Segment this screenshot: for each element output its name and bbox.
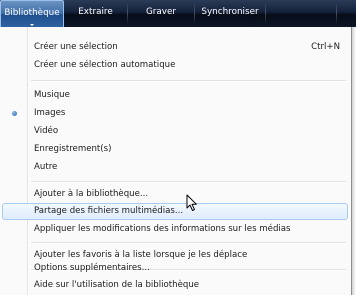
menu-item-label: Enregistrement(s) (34, 144, 112, 154)
menu-item-library-help[interactable]: Aide sur l'utilisation de la bibliothèqu… (2, 277, 348, 294)
tab-divider (336, 4, 337, 23)
menu-item-media-sharing[interactable]: Partage des fichiers multimédias... (2, 203, 348, 220)
menu-item-shortcut: Ctrl+N (311, 42, 340, 52)
menu-item-video[interactable]: Vidéo (2, 123, 348, 140)
menu-item-label: Images (34, 108, 66, 118)
tab-library[interactable]: Bibliothèque (0, 0, 64, 27)
menu-item-label: Créer une sélection automatique (34, 60, 176, 70)
menu-item-label: Créer une sélection (34, 42, 118, 52)
menu-item-create-playlist[interactable]: Créer une sélection Ctrl+N (2, 39, 348, 56)
tab-rip[interactable]: Extraire (64, 0, 127, 27)
menu-item-music[interactable]: Musique (2, 87, 348, 104)
mouse-pointer-icon (186, 194, 197, 211)
tab-burn-label: Graver (145, 7, 177, 17)
tab-sync-label: Synchroniser (201, 7, 259, 17)
library-dropdown-menu: Créer une sélection Ctrl+N Créer une sél… (0, 27, 352, 295)
menu-item-label: Musique (34, 90, 70, 100)
menu-item-label: Vidéo (34, 126, 59, 136)
menu-item-label: Options supplémentaires... (34, 263, 150, 273)
tab-burn[interactable]: Graver (128, 0, 194, 27)
tab-rip-label: Extraire (78, 7, 113, 17)
menu-separator (31, 181, 346, 183)
menu-item-more-options[interactable]: Options supplémentaires... (2, 260, 348, 277)
menu-drop-shadow (352, 27, 356, 295)
radio-bullet-icon (12, 111, 17, 116)
chevron-down-icon (30, 24, 34, 26)
menu-item-label: Autre (34, 162, 58, 172)
tab-sync[interactable]: Synchroniser (195, 0, 265, 27)
menu-separator (31, 242, 346, 244)
menu-item-apply-media-info[interactable]: Appliquer les modifications des informat… (2, 221, 348, 238)
tab-divider (265, 4, 266, 23)
menu-item-create-auto-playlist[interactable]: Créer une sélection automatique (2, 57, 348, 74)
menu-separator (31, 80, 346, 82)
menu-item-add-to-library[interactable]: Ajouter à la bibliothèque... (2, 186, 348, 203)
tab-library-label: Bibliothèque (4, 8, 60, 18)
menu-item-images[interactable]: Images (2, 105, 348, 122)
menu-item-other[interactable]: Autre (2, 159, 348, 176)
menu-item-label: Aide sur l'utilisation de la bibliothèqu… (34, 280, 200, 290)
menu-item-label: Appliquer les modifications des informat… (34, 224, 291, 234)
menu-item-recordings[interactable]: Enregistrement(s) (2, 141, 348, 158)
toolbar-tab-bar: Bibliothèque Extraire Graver Synchronise… (0, 0, 356, 27)
menu-item-label: Ajouter à la bibliothèque... (34, 189, 149, 199)
menu-item-label: Partage des fichiers multimédias... (34, 206, 184, 216)
